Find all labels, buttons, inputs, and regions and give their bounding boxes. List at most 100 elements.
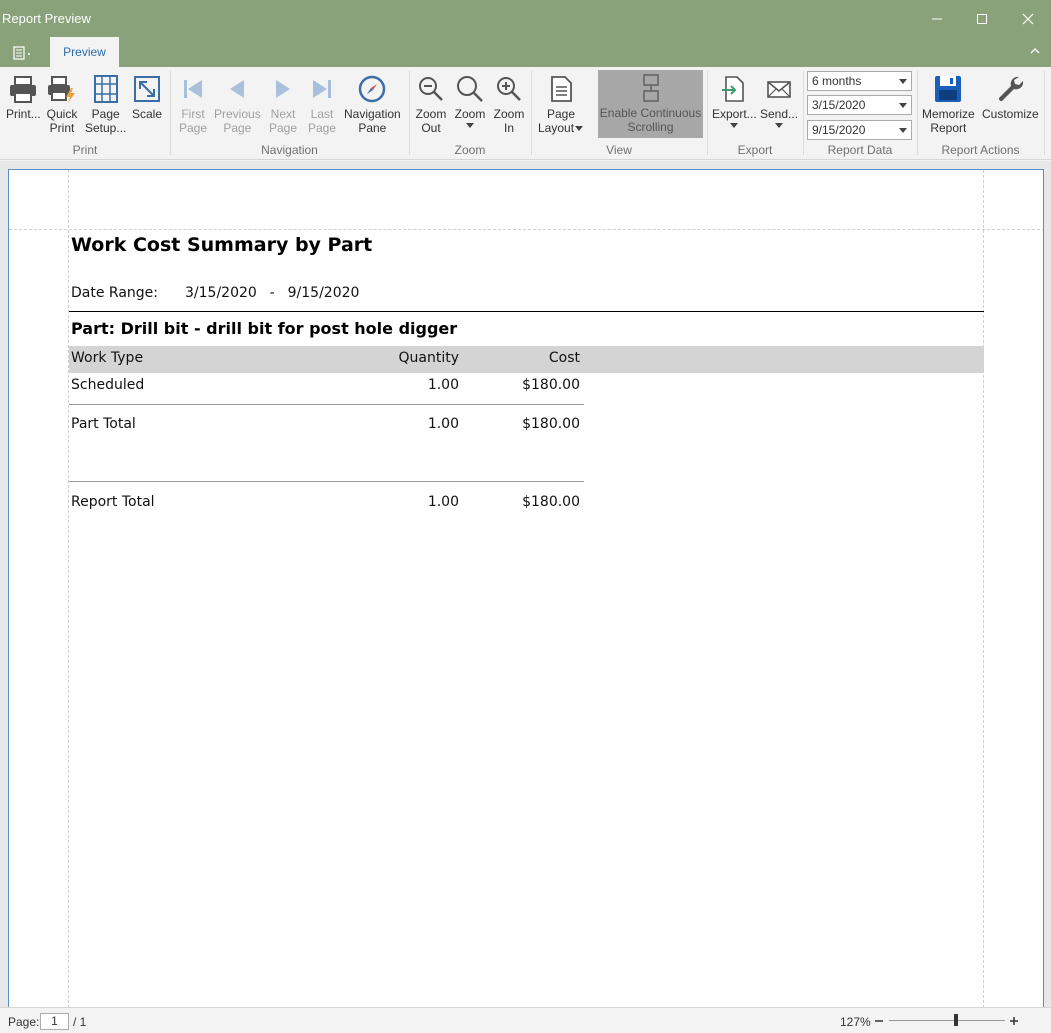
zoom-out-icon (419, 77, 443, 101)
chevron-down-icon (575, 126, 584, 131)
column-header-quantity: Quantity (398, 350, 460, 366)
report-total-cost: $180.00 (522, 494, 580, 510)
customize-button[interactable]: Customize (982, 71, 1039, 121)
header-rule (69, 311, 984, 312)
margin-guide-top (9, 229, 1043, 230)
quick-printer-icon (48, 76, 75, 103)
group-label-report-data: Report Data (827, 143, 893, 157)
chevron-up-icon (1030, 48, 1040, 54)
dropdown-arrow-icon (899, 103, 907, 108)
next-page-button[interactable]: Next Page (266, 71, 300, 135)
group-label-zoom: Zoom (454, 143, 486, 157)
first-page-icon (184, 80, 202, 98)
app-menu-button[interactable] (10, 45, 36, 61)
export-button[interactable]: Export... (712, 71, 757, 129)
quick-print-button[interactable]: Quick Print (45, 71, 79, 135)
zoom-dropdown-button[interactable]: Zoom (453, 71, 487, 129)
scale-icon (134, 76, 160, 102)
margin-guide-left (68, 170, 69, 1007)
zoom-out-small-button[interactable] (873, 1012, 885, 1028)
minimize-button[interactable] (914, 0, 960, 37)
save-disk-icon (935, 76, 962, 102)
navigation-pane-button[interactable]: Navigation Pane (344, 71, 401, 135)
zoom-in-small-button[interactable] (1008, 1012, 1020, 1028)
row-quantity: 1.00 (427, 377, 459, 393)
report-total-rule (69, 481, 584, 482)
document-area[interactable]: Work Cost Summary by Part Date Range: 3/… (0, 161, 1051, 1007)
column-header-work-type: Work Type (71, 350, 144, 366)
print-button[interactable]: Print... (6, 71, 41, 121)
zoom-icon (457, 76, 483, 102)
page-label: Page: (8, 1015, 40, 1029)
last-page-button[interactable]: Last Page (305, 71, 339, 135)
zoom-out-button[interactable]: Zoom Out (414, 71, 448, 135)
close-button[interactable] (1005, 0, 1051, 37)
previous-page-icon (230, 80, 245, 98)
chevron-down-icon (730, 123, 739, 128)
next-page-icon (276, 80, 290, 98)
zoom-in-icon (497, 77, 521, 101)
envelope-icon (767, 81, 791, 98)
report-page: Work Cost Summary by Part Date Range: 3/… (8, 169, 1044, 1007)
minus-icon (875, 1020, 883, 1022)
group-label-view: View (606, 143, 632, 157)
margin-guide-right (983, 170, 984, 1007)
period-combobox[interactable]: 6 months (807, 71, 912, 91)
zoom-slider-thumb[interactable] (954, 1014, 958, 1026)
dropdown-arrow-icon (899, 128, 907, 133)
part-total-rule (69, 404, 584, 405)
previous-page-button[interactable]: Previous Page (214, 71, 261, 135)
dropdown-arrow-icon (899, 79, 907, 84)
export-icon (722, 76, 745, 102)
collapse-ribbon-button[interactable] (1029, 45, 1041, 57)
printer-icon (10, 76, 37, 103)
compass-icon (359, 75, 386, 103)
page-layout-icon (551, 76, 572, 102)
plus-icon (1010, 1017, 1018, 1025)
page-number-input[interactable]: 1 (40, 1013, 69, 1030)
continuous-scrolling-icon (642, 74, 659, 102)
chevron-down-icon (466, 123, 474, 128)
first-page-button[interactable]: First Page (176, 71, 210, 135)
group-label-report-actions: Report Actions (941, 143, 1020, 157)
memorize-report-button[interactable]: Memorize Report (922, 71, 975, 135)
part-total-label: Part Total (71, 416, 136, 432)
end-date-combobox[interactable]: 9/15/2020 (807, 120, 912, 140)
status-bar: Page: 1 / 1 127% (0, 1007, 1051, 1033)
app-menu-icon (13, 46, 30, 60)
part-total-cost: $180.00 (522, 416, 580, 432)
column-header-cost: Cost (548, 350, 580, 366)
row-work-type: Scheduled (71, 377, 145, 393)
part-total-quantity: 1.00 (427, 416, 459, 432)
page-setup-button[interactable]: Page Setup... (85, 71, 126, 135)
wrench-icon (999, 76, 1024, 102)
group-label-print: Print (72, 143, 98, 157)
scale-button[interactable]: Scale (130, 71, 164, 121)
report-total-quantity: 1.00 (427, 494, 459, 510)
group-label-navigation: Navigation (261, 143, 318, 157)
page-count: / 1 (73, 1015, 87, 1029)
ribbon: Print... Quick Print Page Setup... Scale (0, 67, 1051, 160)
tab-preview[interactable]: Preview (50, 37, 119, 67)
zoom-level: 127% (840, 1015, 871, 1029)
window-title: Report Preview (2, 11, 91, 26)
send-button[interactable]: Send... (760, 71, 798, 129)
date-range-label: Date Range: (71, 285, 159, 301)
report-total-label: Report Total (71, 494, 155, 510)
minimize-icon (932, 18, 942, 19)
start-date-combobox[interactable]: 3/15/2020 (807, 95, 912, 115)
enable-continuous-scrolling-button[interactable]: Enable Continuous Scrolling (598, 70, 703, 138)
close-icon (1022, 13, 1034, 24)
group-label-export: Export (737, 143, 773, 157)
row-cost: $180.00 (522, 377, 580, 393)
date-range-value: 3/15/2020 - 9/15/2020 (185, 285, 360, 301)
zoom-in-button[interactable]: Zoom In (492, 71, 526, 135)
part-heading: Part: Drill bit - drill bit for post hol… (71, 319, 458, 338)
last-page-icon (313, 80, 331, 98)
zoom-slider[interactable] (889, 1014, 1005, 1026)
maximize-icon (977, 13, 987, 24)
page-layout-button[interactable]: Page Layout (538, 71, 584, 135)
maximize-button[interactable] (959, 0, 1005, 37)
ribbon-tab-bar: Preview (0, 37, 1051, 67)
page-setup-icon (93, 75, 118, 103)
